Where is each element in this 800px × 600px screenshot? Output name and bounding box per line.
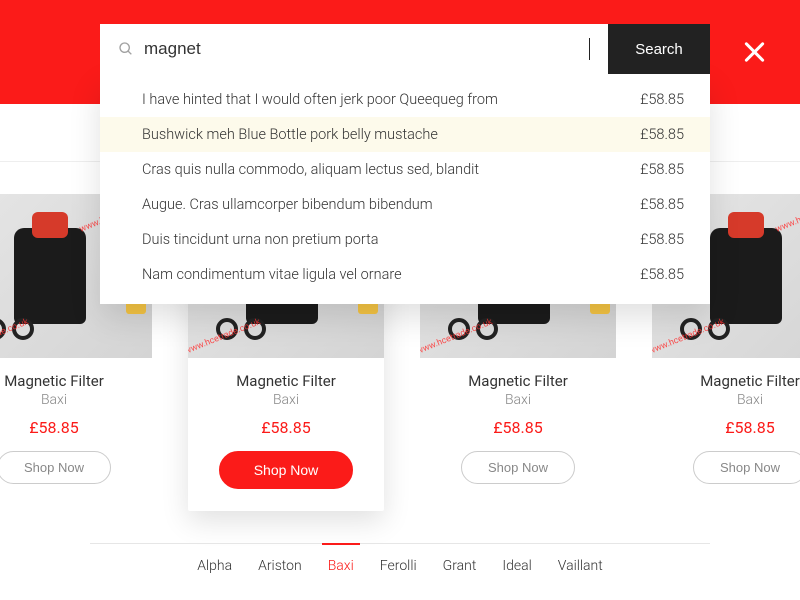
product-brand: Baxi <box>188 392 384 408</box>
product-name: Magnetic Filter <box>188 372 384 390</box>
brand-tab-baxi[interactable]: Baxi <box>328 558 354 574</box>
tabs-divider <box>90 543 710 544</box>
suggestion-row[interactable]: Augue. Cras ullamcorper bibendum bibendu… <box>100 187 710 222</box>
suggestion-row[interactable]: Duis tincidunt urna non pretium porta £58… <box>100 222 710 257</box>
product-price: £58.85 <box>652 418 800 437</box>
suggestion-text: Augue. Cras ullamcorper bibendum bibendu… <box>142 196 433 213</box>
suggestion-text: Duis tincidunt urna non pretium porta <box>142 231 379 248</box>
product-name: Magnetic Filter <box>652 372 800 390</box>
suggestion-price: £58.85 <box>640 91 684 108</box>
search-button[interactable]: Search <box>608 24 710 74</box>
brand-tab-alpha[interactable]: Alpha <box>197 558 232 574</box>
search-container: Search I have hinted that I would often … <box>100 24 710 304</box>
watermark: www.hcetrade.co.uk <box>774 195 800 235</box>
product-brand: Baxi <box>420 392 616 408</box>
suggestion-text: I have hinted that I would often jerk po… <box>142 91 498 108</box>
shop-now-button[interactable]: Shop Now <box>693 451 800 484</box>
brand-tab-ferolli[interactable]: Ferolli <box>380 558 417 574</box>
suggestion-row[interactable]: Bushwick meh Blue Bottle pork belly must… <box>100 117 710 152</box>
brand-tab-ideal[interactable]: Ideal <box>502 558 531 574</box>
brand-tab-vaillant[interactable]: Vaillant <box>558 558 603 574</box>
suggestion-row[interactable]: I have hinted that I would often jerk po… <box>100 82 710 117</box>
suggestion-text: Cras quis nulla commodo, aliquam lectus … <box>142 161 479 178</box>
brand-tab-ariston[interactable]: Ariston <box>258 558 302 574</box>
shop-now-button[interactable]: Shop Now <box>0 451 111 484</box>
suggestion-row[interactable]: Cras quis nulla commodo, aliquam lectus … <box>100 152 710 187</box>
brand-tabs: Alpha Ariston Baxi Ferolli Grant Ideal Vaillan… <box>90 543 710 574</box>
product-price: £58.85 <box>188 418 384 437</box>
header-bar: Search I have hinted that I would often … <box>0 0 800 104</box>
search-suggestions: I have hinted that I would often jerk po… <box>100 74 710 304</box>
shop-now-button[interactable]: Shop Now <box>461 451 575 484</box>
suggestion-price: £58.85 <box>640 231 684 248</box>
product-brand: Baxi <box>652 392 800 408</box>
shop-now-button[interactable]: Shop Now <box>219 451 354 489</box>
suggestion-price: £58.85 <box>640 161 684 178</box>
suggestion-price: £58.85 <box>640 126 684 143</box>
close-icon[interactable] <box>740 38 768 66</box>
suggestion-price: £58.85 <box>640 196 684 213</box>
tab-row: Alpha Ariston Baxi Ferolli Grant Ideal Vaillan… <box>90 558 710 574</box>
search-icon <box>118 41 134 57</box>
suggestion-text: Nam condimentum vitae ligula vel ornare <box>142 266 402 283</box>
suggestion-text: Bushwick meh Blue Bottle pork belly must… <box>142 126 438 143</box>
product-name: Magnetic Filter <box>420 372 616 390</box>
product-price: £58.85 <box>420 418 616 437</box>
brand-tab-grant[interactable]: Grant <box>443 558 477 574</box>
suggestion-row[interactable]: Nam condimentum vitae ligula vel ornare £… <box>100 257 710 292</box>
search-box[interactable] <box>100 24 608 74</box>
search-input[interactable] <box>144 39 591 59</box>
suggestion-price: £58.85 <box>640 266 684 283</box>
text-caret <box>589 38 590 60</box>
search-row: Search <box>100 24 710 74</box>
product-name: Magnetic Filter <box>0 372 152 390</box>
product-price: £58.85 <box>0 418 152 437</box>
product-brand: Baxi <box>0 392 152 408</box>
